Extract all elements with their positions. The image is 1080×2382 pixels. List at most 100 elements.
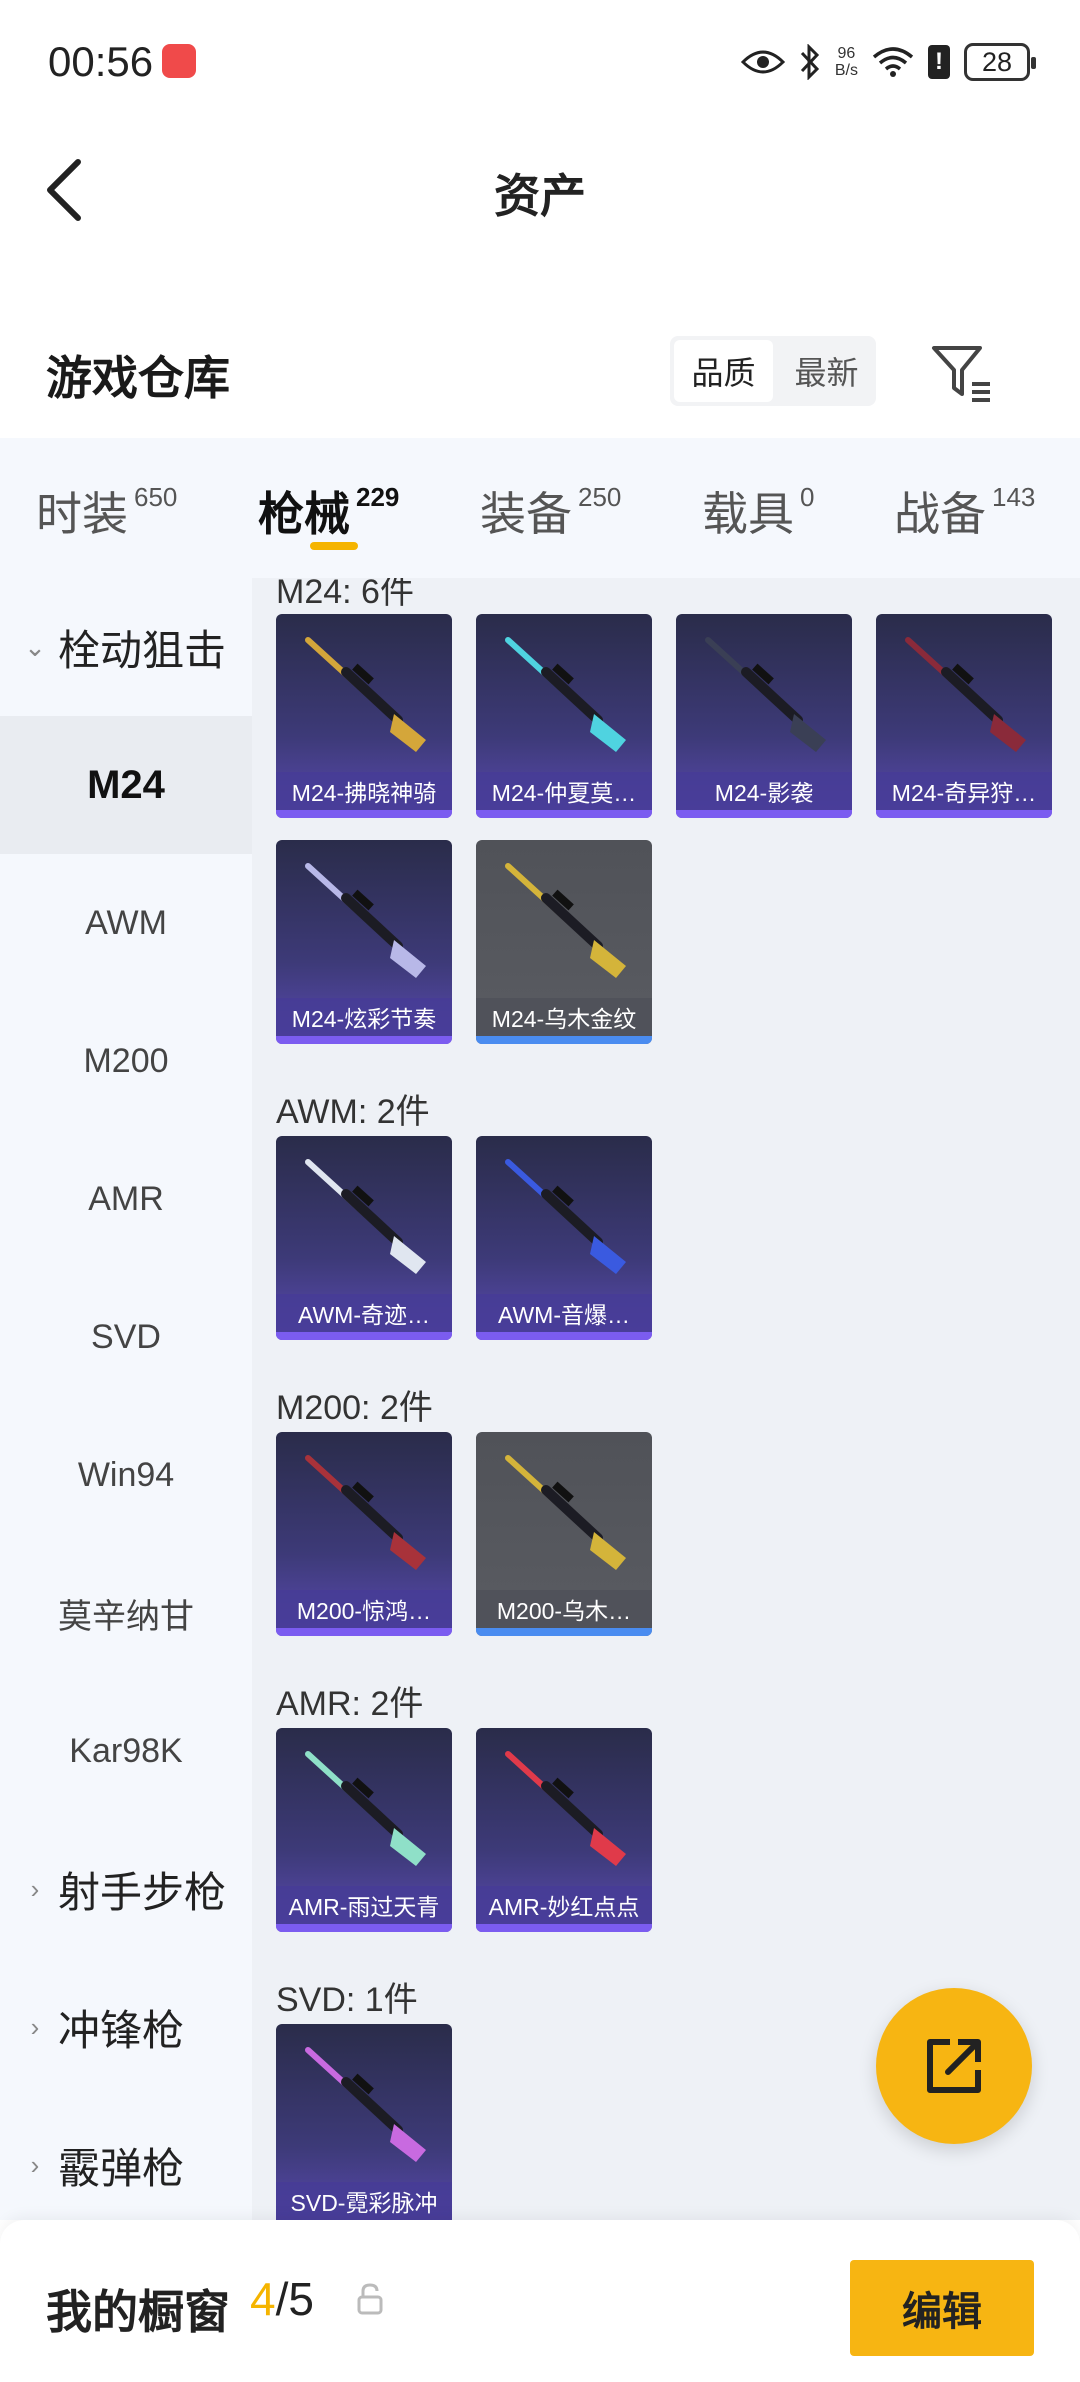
sidebar-item-m200[interactable]: M200: [0, 992, 252, 1130]
skin-card[interactable]: M24-乌木金纹: [476, 840, 652, 1044]
skin-card[interactable]: AMR-雨过天青: [276, 1728, 452, 1932]
rifle-icon: [305, 2047, 426, 2162]
tab-vehicles[interactable]: 载具 0: [702, 478, 814, 544]
sidebar-item-win94[interactable]: Win94: [0, 1406, 252, 1544]
sidebar-group-sniper[interactable]: ⌄ 栓动狙击: [0, 578, 252, 716]
skin-name: M24-仲夏莫…: [476, 772, 652, 810]
skin-name: SVD-霓彩脉冲: [276, 2182, 452, 2220]
rifle-icon: [505, 863, 626, 978]
rarity-bar: [876, 810, 1052, 818]
chevron-right-icon: ›: [30, 2149, 40, 2180]
chevron-right-icon: ›: [30, 1873, 40, 1904]
rarity-bar: [676, 810, 852, 818]
skin-name: AWM-音爆…: [476, 1294, 652, 1332]
chevron-right-icon: ›: [30, 2011, 40, 2042]
skin-card[interactable]: M24-影袭: [676, 614, 852, 818]
net-speed-value: 96: [837, 45, 856, 62]
sidebar-group-label: 射手步枪: [58, 1868, 227, 1916]
sidebar-group-shotgun[interactable]: › 霰弹枪: [0, 2096, 252, 2234]
skin-card[interactable]: M200-惊鸿…: [276, 1432, 452, 1636]
skin-name: M200-乌木…: [476, 1590, 652, 1628]
section-header-awm: AWM: 2件: [276, 1093, 430, 1131]
skin-card[interactable]: AMR-妙红点点: [476, 1728, 652, 1932]
skin-name: AWM-奇迹…: [276, 1294, 452, 1332]
active-tab-indicator: [310, 542, 358, 550]
sort-option-latest[interactable]: 最新: [777, 336, 876, 406]
sidebar-item-amr[interactable]: AMR: [0, 1130, 252, 1268]
tab-label: 装备: [480, 488, 572, 540]
skin-card[interactable]: AWM-奇迹…: [276, 1136, 452, 1340]
tab-label: 载具: [702, 488, 794, 540]
sort-toggle: 品质 最新: [670, 336, 876, 406]
skin-name: M24-乌木金纹: [476, 998, 652, 1036]
rarity-bar: [276, 1036, 452, 1044]
skin-name: M24-奇异狩…: [876, 772, 1052, 810]
alert-icon: !: [928, 45, 950, 79]
tab-combat-gear[interactable]: 战备 143: [894, 478, 1035, 544]
sort-option-quality[interactable]: 品质: [674, 340, 773, 402]
tab-label: 时装: [36, 488, 128, 540]
filter-button[interactable]: [928, 338, 996, 406]
tab-count: 143: [992, 482, 1036, 512]
sidebar-item-mosin[interactable]: 莫辛纳甘: [0, 1544, 252, 1682]
showcase-count-total: 5: [288, 2273, 314, 2325]
edit-button[interactable]: 编辑: [850, 2260, 1034, 2356]
tab-label: 战备: [894, 488, 986, 540]
warehouse-title: 游戏仓库: [46, 352, 230, 404]
chevron-down-icon: ⌄: [24, 631, 46, 662]
lock-icon: [357, 2283, 383, 2315]
status-icons: 96 B/s ! 28: [740, 38, 1036, 86]
skin-card[interactable]: M24-仲夏莫…: [476, 614, 652, 818]
net-speed: 96 B/s: [835, 45, 858, 79]
tab-fashion[interactable]: 时装 650: [36, 478, 177, 544]
sidebar-group-smg[interactable]: › 冲锋枪: [0, 1958, 252, 2096]
category-tabs: 时装 650 枪械 229 装备 250 载具 0 战备 143: [0, 438, 1080, 578]
sidebar-group-marksman[interactable]: › 射手步枪: [0, 1820, 252, 1958]
sidebar-group-label: 栓动狙击: [58, 626, 227, 674]
rifle-icon: [305, 1159, 426, 1274]
tab-guns[interactable]: 枪械 229: [258, 478, 399, 544]
rifle-icon: [305, 1751, 426, 1866]
section-header-m24: M24: 6件: [276, 578, 414, 611]
sidebar-group-label: 冲锋枪: [58, 2006, 185, 2054]
share-button[interactable]: [876, 1988, 1032, 2144]
skin-card[interactable]: M24-拂晓神骑: [276, 614, 452, 818]
showcase-bar: 我的橱窗 4/5 编辑: [0, 2220, 1080, 2382]
warehouse-row: 游戏仓库 品质 最新: [0, 320, 1080, 440]
rifle-icon: [905, 637, 1026, 752]
rifle-icon: [305, 637, 426, 752]
wifi-icon: [872, 47, 914, 77]
showcase-count-separator: /: [275, 2273, 289, 2325]
sidebar-item-kar98k[interactable]: Kar98K: [0, 1682, 252, 1820]
rarity-bar: [276, 1924, 452, 1932]
filter-icon: [932, 346, 990, 402]
sidebar-item-svd[interactable]: SVD: [0, 1268, 252, 1406]
eye-icon: [740, 50, 785, 74]
app-header: 资产: [0, 120, 1080, 260]
skin-card[interactable]: M24-炫彩节奏: [276, 840, 452, 1044]
skin-card[interactable]: AWM-音爆…: [476, 1136, 652, 1340]
skin-card[interactable]: SVD-霓彩脉冲: [276, 2024, 452, 2220]
share-icon: [927, 2039, 981, 2093]
rifle-icon: [505, 1159, 626, 1274]
showcase-count: 4/5: [250, 2272, 314, 2326]
showcase-count-current: 4: [250, 2273, 276, 2325]
sidebar-group-label: 霰弹枪: [58, 2144, 185, 2192]
sidebar-item-m24[interactable]: M24: [0, 716, 252, 854]
rifle-icon: [705, 637, 826, 752]
skin-card[interactable]: M24-奇异狩…: [876, 614, 1052, 818]
section-header-m200: M200: 2件: [276, 1389, 433, 1427]
skin-grid: M24: 6件 AWM: 2件 M200: 2件 AMR: 2件 SVD: 1件…: [252, 578, 1080, 2220]
notification-app-icon: [162, 44, 196, 78]
tab-count: 650: [134, 482, 178, 512]
section-header-svd: SVD: 1件: [276, 1981, 418, 2019]
rifle-icon: [505, 1455, 626, 1570]
tab-equipment[interactable]: 装备 250: [480, 478, 621, 544]
sidebar-item-awm[interactable]: AWM: [0, 854, 252, 992]
skin-name: AMR-妙红点点: [476, 1886, 652, 1924]
skin-card[interactable]: M200-乌木…: [476, 1432, 652, 1636]
sidebar: ⌄ 栓动狙击 M24 AWM M200 AMR SVD Win94 莫辛纳甘 Ka…: [0, 578, 252, 2220]
rarity-bar: [276, 810, 452, 818]
page-title: 资产: [494, 170, 586, 222]
status-bar: 00:56 96 B/s ! 28: [0, 0, 1080, 120]
